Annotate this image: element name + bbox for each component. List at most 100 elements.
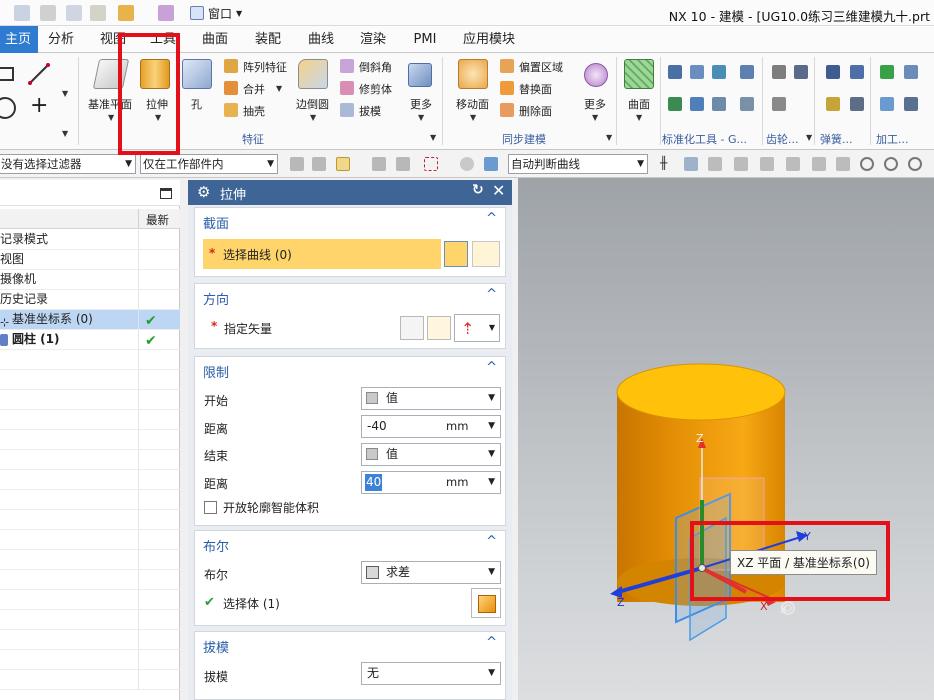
surface-icon[interactable]	[624, 59, 654, 89]
chevron-down-icon[interactable]: ▼	[636, 113, 642, 122]
chevron-down-icon[interactable]: ▼	[606, 133, 612, 142]
end-distance-input[interactable]: 40 mm ▼	[361, 471, 501, 494]
tool-icon-8[interactable]	[740, 97, 754, 111]
trim-body-icon[interactable]	[340, 81, 354, 95]
selection-filter-select[interactable]: 没有选择过滤器 ▼	[0, 154, 136, 174]
machining-icon[interactable]	[880, 97, 894, 111]
gear-icon[interactable]	[772, 97, 786, 111]
check-icon[interactable]	[880, 65, 894, 79]
dialog-title-bar[interactable]: ⚙ 拉伸 ↻ ✕	[188, 180, 512, 205]
snap-icon[interactable]	[860, 157, 874, 171]
sketch-section-icon[interactable]	[444, 241, 468, 267]
snap-icon[interactable]	[734, 157, 748, 171]
list-item[interactable]: 记录模式	[0, 230, 180, 250]
chamfer-icon[interactable]	[340, 59, 354, 73]
tab-render[interactable]: 渲染	[356, 26, 390, 53]
chevron-down-icon[interactable]: ▼	[430, 133, 436, 142]
list-item[interactable]: 视图	[0, 250, 180, 270]
end-type-select[interactable]: 值 ▼	[361, 443, 501, 466]
cube-icon[interactable]	[484, 157, 498, 171]
box-select-icon[interactable]	[424, 157, 438, 171]
start-distance-input[interactable]: -40 mm ▼	[361, 415, 501, 438]
unite-icon[interactable]	[224, 81, 238, 95]
edge-blend-icon[interactable]	[298, 59, 328, 89]
chevron-down-icon[interactable]: ▼	[62, 89, 68, 98]
snap-icon[interactable]	[708, 157, 722, 171]
select-curve-row[interactable]: * 选择曲线 (0)	[203, 239, 441, 269]
snap-icon[interactable]	[336, 157, 350, 171]
circle-icon[interactable]	[0, 97, 16, 119]
filter-icon[interactable]	[396, 157, 410, 171]
tool-icon-1[interactable]	[668, 65, 682, 79]
list-item[interactable]: 摄像机	[0, 270, 180, 290]
replace-face-button[interactable]: 替换面	[519, 81, 552, 97]
list-item[interactable]: 历史记录	[0, 290, 180, 310]
redo-icon[interactable]	[14, 5, 30, 21]
trim-body-button[interactable]: 修剪体	[359, 81, 392, 97]
more-sync-icon[interactable]	[584, 63, 608, 87]
tab-assembly[interactable]: 装配	[251, 26, 285, 53]
chevron-down-icon[interactable]: ▼	[108, 113, 114, 122]
chevron-down-icon[interactable]: ▼	[806, 133, 812, 142]
offset-region-button[interactable]: 偏置区域	[519, 59, 563, 75]
edge-blend-button[interactable]: 边倒圆	[296, 96, 329, 112]
window-menu[interactable]: 窗口 ▼	[190, 4, 242, 22]
draft-select[interactable]: 无 ▼	[361, 662, 501, 685]
tab-applications[interactable]: 应用模块	[458, 26, 520, 53]
snap-icon[interactable]	[812, 157, 826, 171]
chamfer-button[interactable]: 倒斜角	[359, 59, 392, 75]
pen-icon[interactable]	[158, 5, 174, 21]
section-header[interactable]: 截面 ^	[195, 208, 505, 234]
snap-icon[interactable]	[760, 157, 774, 171]
tab-surface[interactable]: 曲面	[198, 26, 232, 53]
chevron-down-icon[interactable]: ▼	[310, 113, 316, 122]
snap-icon[interactable]	[836, 157, 850, 171]
tool-icon-5[interactable]	[668, 97, 682, 111]
rectangle-icon[interactable]	[0, 67, 14, 81]
touch-mode-icon[interactable]	[118, 5, 134, 21]
move-face-button[interactable]: 移动面	[456, 96, 489, 112]
tab-home[interactable]: 主页	[0, 26, 38, 53]
gear-icon[interactable]	[794, 65, 808, 79]
body-select-icon[interactable]	[471, 588, 501, 618]
spring-icon[interactable]	[826, 65, 840, 79]
section-header[interactable]: 限制 ^	[195, 357, 505, 383]
pattern-feature-icon[interactable]	[224, 59, 238, 73]
filter-icon[interactable]	[290, 157, 304, 171]
snap-icon[interactable]	[786, 157, 800, 171]
spring-icon[interactable]	[850, 97, 864, 111]
draft-icon[interactable]	[340, 103, 354, 117]
replace-face-icon[interactable]	[500, 81, 514, 95]
curve-icon[interactable]	[472, 241, 500, 267]
hole-button[interactable]: 孔	[191, 96, 202, 112]
paste-icon[interactable]	[90, 5, 106, 21]
boolean-select[interactable]: 求差 ▼	[361, 561, 501, 584]
chevron-down-icon[interactable]: ▼	[470, 113, 476, 122]
vector-dialog-icon[interactable]	[427, 316, 451, 340]
tab-analysis[interactable]: 分析	[44, 26, 78, 53]
scope-select[interactable]: 仅在工作部件内 ▼	[140, 154, 278, 174]
snap-icon[interactable]	[684, 157, 698, 171]
spring-icon[interactable]	[826, 97, 840, 111]
start-type-select[interactable]: 值 ▼	[361, 387, 501, 410]
tab-curve[interactable]: 曲线	[304, 26, 338, 53]
line-icon[interactable]	[28, 63, 50, 85]
more-sync-button[interactable]: 更多	[584, 96, 606, 112]
section-header[interactable]: 方向 ^	[195, 284, 505, 310]
point-icon[interactable]: +	[30, 95, 48, 117]
close-icon[interactable]: ✕	[492, 181, 505, 200]
offset-region-icon[interactable]	[500, 59, 514, 73]
draft-button[interactable]: 拔模	[359, 103, 381, 119]
gear-icon[interactable]	[908, 157, 922, 171]
delete-face-icon[interactable]	[500, 103, 514, 117]
shell-button[interactable]: 抽壳	[243, 103, 265, 119]
snap-icon[interactable]	[884, 157, 898, 171]
machining-icon[interactable]	[904, 97, 918, 111]
tool-icon-3[interactable]	[712, 65, 726, 79]
reverse-direction-icon[interactable]	[400, 316, 424, 340]
curve-rule-select[interactable]: 自动判断曲线 ▼	[508, 154, 648, 174]
copy-icon[interactable]	[66, 5, 82, 21]
chevron-down-icon[interactable]: ▼	[418, 113, 424, 122]
delete-face-button[interactable]: 删除面	[519, 103, 552, 119]
tool-icon-2[interactable]	[690, 65, 704, 79]
